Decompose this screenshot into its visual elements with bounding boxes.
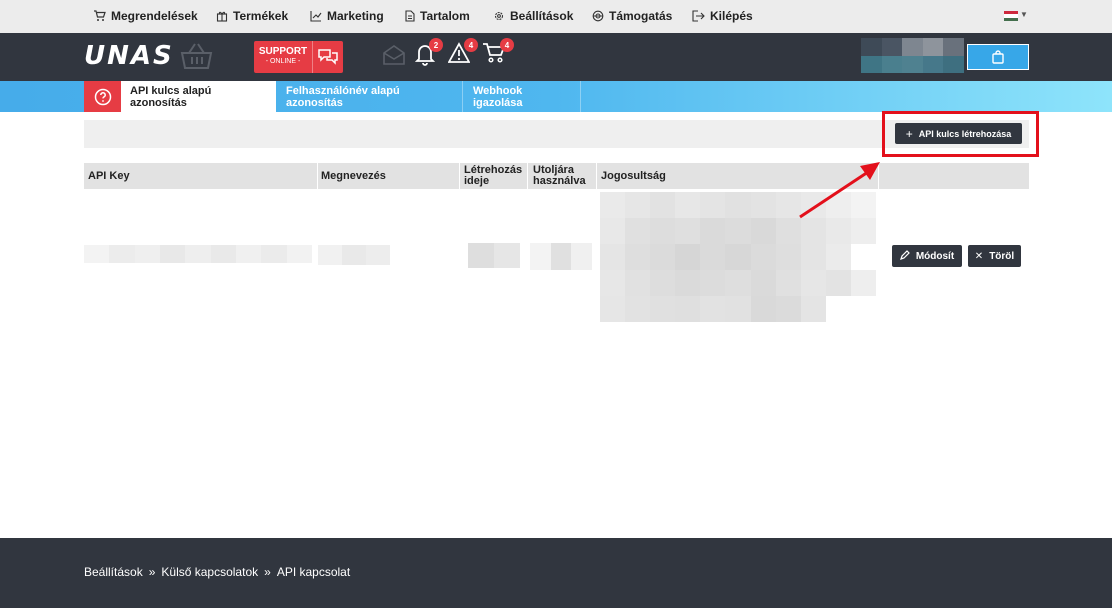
- menu-logout[interactable]: Kilépés: [692, 8, 753, 24]
- annotation-highlight-box: [882, 111, 1039, 157]
- table-header: API Key Megnevezés Létrehozás ideje Utol…: [84, 163, 1029, 189]
- tab-api-key-auth[interactable]: API kulcs alapú azonosítás: [121, 81, 276, 112]
- cart-icon: [94, 10, 106, 21]
- permissions-value-blurred: [600, 192, 876, 322]
- pencil-icon: [899, 249, 910, 263]
- page: Megrendelések Termékek Marketing Tartalo…: [0, 0, 1112, 608]
- shop-bag-button[interactable]: [967, 44, 1029, 70]
- api-key-value-blurred: [84, 245, 312, 263]
- hungarian-flag-icon[interactable]: [1004, 11, 1018, 21]
- orders-count-badge: 4: [500, 38, 514, 52]
- menu-content-label: Tartalom: [420, 9, 470, 23]
- menu-support-label: Támogatás: [609, 9, 673, 23]
- breadcrumb-settings[interactable]: Beállítások: [84, 565, 143, 579]
- gear-icon: [494, 11, 504, 21]
- last-used-value-blurred: [530, 243, 592, 270]
- logout-icon: [692, 10, 705, 22]
- menu-orders-label: Megrendelések: [111, 9, 198, 23]
- menu-orders[interactable]: Megrendelések: [93, 8, 198, 24]
- column-permissions[interactable]: Jogosultság: [597, 163, 879, 189]
- column-last-used-line2: használva: [533, 175, 586, 187]
- edit-label: Módosít: [915, 250, 955, 262]
- column-created-line2: ideje: [464, 175, 490, 187]
- support-status: - ONLINE -: [265, 58, 301, 65]
- breadcrumb-external-connections[interactable]: Külső kapcsolatok: [161, 565, 258, 579]
- name-value-blurred: [318, 245, 390, 265]
- menu-support[interactable]: Támogatás: [592, 8, 672, 24]
- created-value-blurred: [468, 243, 520, 268]
- menu-products-label: Termékek: [233, 9, 289, 23]
- user-account-blurred[interactable]: [861, 38, 964, 73]
- gift-icon: [216, 11, 228, 22]
- basket-logo-icon: [180, 43, 213, 69]
- menu-content[interactable]: Tartalom: [405, 8, 470, 24]
- breadcrumb-api-connection[interactable]: API kapcsolat: [277, 565, 350, 579]
- tab-webhook-verification[interactable]: Webhook igazolása: [464, 81, 581, 112]
- delete-label: Töröl: [989, 250, 1015, 262]
- orders-cart-icon[interactable]: 4: [482, 38, 514, 69]
- menu-settings[interactable]: Beállítások: [493, 8, 573, 24]
- mail-icon[interactable]: [383, 45, 405, 70]
- footer: Beállítások » Külső kapcsolatok » API ka…: [0, 538, 1112, 608]
- breadcrumb: Beállítások » Külső kapcsolatok » API ka…: [84, 565, 350, 579]
- column-api-key[interactable]: API Key: [84, 163, 318, 189]
- column-last-used[interactable]: Utoljára használva: [529, 163, 597, 189]
- menu-logout-label: Kilépés: [710, 9, 753, 23]
- menu-marketing[interactable]: Marketing: [310, 8, 384, 24]
- breadcrumb-separator: »: [148, 565, 156, 579]
- menu-marketing-label: Marketing: [327, 9, 384, 23]
- notification-bell-icon[interactable]: 2: [414, 38, 443, 71]
- top-menu: Megrendelések Termékek Marketing Tartalo…: [0, 0, 1112, 33]
- edit-button[interactable]: Módosít: [892, 245, 962, 267]
- header: UNAS SUPPORT - ONLINE - 2 4 4: [0, 33, 1112, 81]
- support-label: SUPPORT: [258, 46, 308, 57]
- tab-username-auth[interactable]: Felhasználónév alapú azonosítás: [277, 81, 463, 112]
- help-icon: [94, 88, 111, 105]
- delete-button[interactable]: ✕ Töröl: [968, 245, 1021, 267]
- chat-icon: [312, 41, 343, 73]
- warning-icon[interactable]: 4: [447, 38, 478, 69]
- menu-settings-label: Beállítások: [510, 9, 574, 23]
- warning-count-badge: 4: [464, 38, 478, 52]
- column-created[interactable]: Létrehozás ideje: [460, 163, 528, 189]
- bag-icon: [992, 50, 1004, 64]
- column-name[interactable]: Megnevezés: [317, 163, 460, 189]
- help-button[interactable]: [84, 81, 121, 112]
- menu-products[interactable]: Termékek: [216, 8, 288, 24]
- chart-icon: [310, 11, 322, 22]
- chevron-down-icon[interactable]: ▼: [1020, 10, 1028, 19]
- support-online-button[interactable]: SUPPORT - ONLINE -: [254, 41, 343, 73]
- notification-count-badge: 2: [429, 38, 443, 52]
- support-text: SUPPORT - ONLINE -: [254, 47, 312, 67]
- lifebuoy-icon: [592, 10, 604, 22]
- breadcrumb-separator: »: [264, 565, 271, 579]
- document-icon: [405, 10, 415, 22]
- close-icon: ✕: [974, 250, 984, 262]
- logo[interactable]: UNAS: [84, 41, 174, 71]
